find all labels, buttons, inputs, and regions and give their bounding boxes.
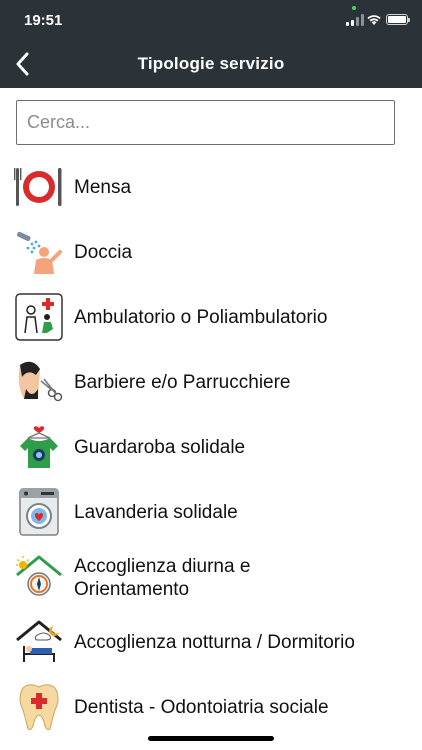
plate-cutlery-icon — [14, 162, 64, 212]
cellular-signal-icon — [346, 14, 364, 26]
service-item-accoglienza-notturna[interactable]: Accoglienza notturna / Dormitorio — [0, 610, 422, 675]
tshirt-hanger-icon — [14, 422, 64, 472]
service-list: Mensa Doccia Ambulatorio o Poliambulator… — [0, 155, 422, 740]
search-input[interactable] — [16, 100, 395, 145]
service-item-doccia[interactable]: Doccia — [0, 220, 422, 285]
service-item-guardaroba[interactable]: Guardaroba solidale — [0, 415, 422, 480]
service-label: Mensa — [74, 177, 132, 198]
status-time: 19:51 — [24, 12, 63, 29]
service-item-barbiere[interactable]: Barbiere e/o Parrucchiere — [0, 350, 422, 415]
camera-indicator-icon — [352, 6, 356, 10]
service-label: Accoglienza notturna / Dormitorio — [74, 632, 354, 653]
doctor-clinic-icon — [14, 292, 64, 342]
service-item-mensa[interactable]: Mensa — [0, 155, 422, 220]
service-item-accoglienza-diurna[interactable]: Accoglienza diurna e Orientamento — [0, 545, 422, 610]
home-moon-bed-icon — [14, 617, 64, 667]
app-header: 19:51 Tipologie servizio — [0, 0, 422, 88]
battery-icon — [386, 14, 410, 25]
service-item-lavanderia[interactable]: Lavanderia solidale — [0, 480, 422, 545]
service-label: Lavanderia solidale — [74, 502, 238, 523]
home-indicator[interactable] — [148, 736, 274, 741]
service-label: Ambulatorio o Poliambulatorio — [74, 307, 328, 328]
home-sun-compass-icon — [14, 552, 64, 602]
washing-machine-icon — [14, 487, 64, 537]
tooth-cross-icon — [14, 682, 64, 732]
service-label: Guardaroba solidale — [74, 437, 246, 458]
page-title: Tipologie servizio — [137, 54, 285, 73]
barber-scissors-icon — [14, 357, 64, 407]
service-label: Accoglienza diurna e Orientamento — [74, 555, 251, 600]
service-item-dentista[interactable]: Dentista - Odontoiatria sociale — [0, 675, 422, 740]
service-item-ambulatorio[interactable]: Ambulatorio o Poliambulatorio — [0, 285, 422, 350]
wifi-icon — [367, 15, 381, 25]
service-label: Barbiere e/o Parrucchiere — [74, 372, 291, 393]
shower-icon — [14, 227, 64, 277]
service-label: Doccia — [74, 242, 133, 263]
service-label: Dentista - Odontoiatria sociale — [74, 697, 329, 718]
